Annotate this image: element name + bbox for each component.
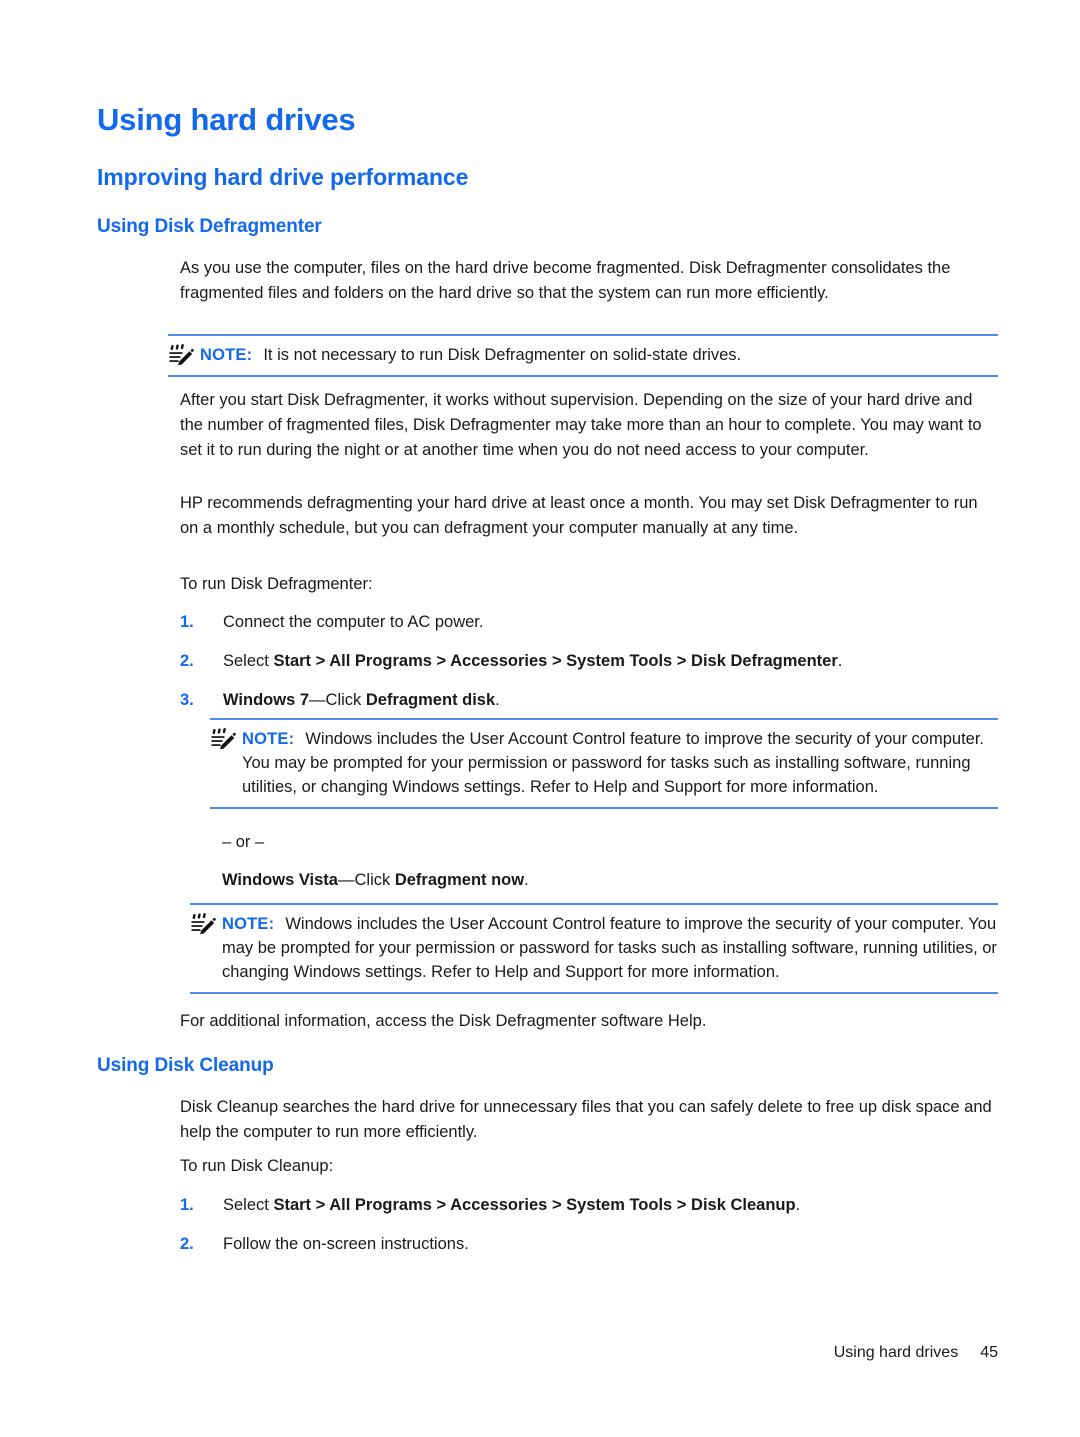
- menu-path-bold: Start > All Programs > Accessories > Sys…: [273, 1196, 796, 1214]
- defragmenter-closing-paragraph: For additional information, access the D…: [180, 1012, 707, 1030]
- note-pencil-icon: [168, 344, 194, 366]
- vista-step-suffix: .: [524, 871, 529, 889]
- document-page: Using hard drives Improving hard drive p…: [0, 0, 1080, 1437]
- page-title: Using hard drives: [97, 102, 356, 137]
- list-item-text-suffix: .: [837, 652, 843, 670]
- list-item: 1. Select Start > All Programs > Accessor…: [180, 1193, 998, 1218]
- footer-page-number: 45: [980, 1344, 998, 1361]
- cleanup-intro-paragraph: Disk Cleanup searches the hard drive for…: [180, 1098, 992, 1141]
- page-footer: Using hard drives 45: [834, 1344, 998, 1362]
- ui-control-bold: Defragment now: [394, 871, 525, 889]
- note-box-user-account-control-1: NOTE: Windows includes the User Account C…: [210, 718, 998, 809]
- list-item: 1. Connect the computer to AC power.: [180, 610, 998, 635]
- subsection-heading-disk-defragmenter: Using Disk Defragmenter: [97, 216, 322, 237]
- cleanup-lead-in: To run Disk Cleanup:: [180, 1157, 334, 1175]
- list-item-number: 2.: [180, 1235, 194, 1253]
- list-item-number: 2.: [180, 652, 194, 670]
- note-label: NOTE:: [200, 346, 253, 364]
- list-item-text: Connect the computer to AC power.: [223, 613, 484, 631]
- vista-step-mid: —Click: [337, 871, 395, 889]
- note-text: It is not necessary to run Disk Defragme…: [263, 346, 742, 364]
- ui-control-bold: Defragment disk: [365, 691, 496, 709]
- os-name-bold: Windows 7: [223, 691, 310, 709]
- note-box-solid-state: NOTE: It is not necessary to run Disk Def…: [168, 334, 998, 377]
- list-item-number: 1.: [180, 1196, 194, 1214]
- list-item-text-prefix: Select: [223, 652, 274, 670]
- defragmenter-steps-list: 1. Connect the computer to AC power. 2. Se…: [180, 610, 998, 713]
- note-text: Windows includes the User Account Contro…: [242, 730, 984, 796]
- footer-label: Using hard drives: [833, 1344, 959, 1361]
- list-item-text-prefix: Select: [223, 1196, 274, 1214]
- list-item-text: Follow the on-screen instructions.: [223, 1235, 469, 1253]
- os-name-bold: Windows Vista: [222, 871, 338, 889]
- note-pencil-icon: [210, 728, 236, 750]
- list-item: 3. Windows 7—Click Defragment disk.: [180, 688, 998, 713]
- defragmenter-lead-in: To run Disk Defragmenter:: [180, 575, 373, 593]
- subsection-heading-disk-cleanup: Using Disk Cleanup: [97, 1055, 274, 1076]
- defragmenter-intro-paragraph: As you use the computer, files on the ha…: [180, 259, 951, 302]
- list-item-text-mid: —Click: [309, 691, 366, 709]
- note-label: NOTE:: [242, 730, 295, 748]
- list-item-number: 3.: [180, 691, 194, 709]
- vista-step-line: Windows Vista—Click Defragment now.: [222, 868, 529, 892]
- note-text: Windows includes the User Account Contro…: [222, 915, 997, 981]
- defragmenter-paragraph-2: After you start Disk Defragmenter, it wo…: [180, 391, 982, 459]
- list-item-text-suffix: .: [795, 1196, 801, 1214]
- list-item: 2. Follow the on-screen instructions.: [180, 1232, 998, 1257]
- cleanup-steps-list: 1. Select Start > All Programs > Accessor…: [180, 1193, 998, 1257]
- or-separator: – or –: [222, 833, 265, 851]
- note-pencil-icon: [190, 913, 216, 935]
- list-item: 2. Select Start > All Programs > Accessor…: [180, 649, 998, 674]
- list-item-number: 1.: [180, 613, 194, 631]
- note-label: NOTE:: [222, 915, 275, 933]
- list-item-text-suffix: .: [495, 691, 500, 709]
- defragmenter-paragraph-3: HP recommends defragmenting your hard dr…: [180, 494, 978, 537]
- section-heading: Improving hard drive performance: [97, 164, 469, 190]
- note-box-user-account-control-2: NOTE: Windows includes the User Account C…: [190, 903, 998, 994]
- menu-path-bold: Start > All Programs > Accessories > Sys…: [273, 652, 838, 670]
